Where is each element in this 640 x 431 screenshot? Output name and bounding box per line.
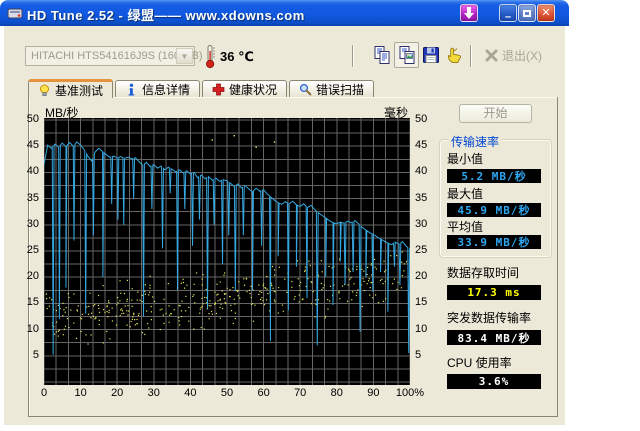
close-button[interactable]: ✕ <box>537 4 555 22</box>
maximize-icon <box>523 9 531 17</box>
tab-error-scan[interactable]: 错误扫描 <box>289 80 375 98</box>
exit-label: 退出(X) <box>502 49 542 63</box>
hdtune-window: HD Tune 2.52 - 绿盟—— www.xdowns.com – ✕ H… <box>0 0 569 430</box>
magnifier-icon <box>299 83 312 96</box>
min-value-label: 最小值 <box>447 152 484 166</box>
axis-tick: 40 <box>26 165 39 178</box>
copy-screenshot-icon <box>399 46 414 64</box>
chevron-down-icon[interactable]: ▼ <box>176 48 193 64</box>
axis-tick: 0 <box>40 387 48 399</box>
axis-tick: 20 <box>26 270 39 283</box>
tab-benchmark[interactable]: 基准测试 <box>28 79 114 98</box>
minimize-icon: – <box>504 10 512 23</box>
options-hand-icon <box>447 47 461 63</box>
benchmark-plot <box>43 118 411 385</box>
axis-tick: 90 <box>367 387 380 399</box>
window-title: HD Tune 2.52 - 绿盟—— www.xdowns.com <box>27 8 305 23</box>
axis-tick: 15 <box>26 296 39 309</box>
axis-tick: 80 <box>330 387 343 399</box>
toolbar-separator <box>470 45 472 67</box>
burst-rate-display: 83.4 MB/秒 <box>447 330 541 345</box>
close-icon: ✕ <box>541 6 551 19</box>
start-button[interactable]: 开始 <box>459 104 532 123</box>
axis-tick: 35 <box>26 191 39 204</box>
min-value-display: 5.2 MB/秒 <box>447 169 541 183</box>
burst-rate-label: 突发数据传输率 <box>447 311 532 325</box>
axis-tick: 20 <box>111 387 124 399</box>
desktop: HD Tune 2.52 - 绿盟—— www.xdowns.com – ✕ H… <box>0 0 640 431</box>
cpu-usage-display: 3.6% <box>447 374 541 389</box>
axis-tick: 45 <box>26 139 39 152</box>
minimize-button[interactable]: – <box>499 4 517 22</box>
exit-button[interactable]: 退出(X) <box>485 47 542 64</box>
tab-info[interactable]: 信息详情 <box>115 80 201 98</box>
title-bar[interactable]: HD Tune 2.52 - 绿盟—— www.xdowns.com – ✕ <box>0 0 569 26</box>
access-time-display: 17.3 ms <box>447 285 541 300</box>
axis-tick: 60 <box>257 387 270 399</box>
toolbar-separator <box>352 45 354 67</box>
tab-health[interactable]: 健康状况 <box>202 80 288 98</box>
avg-value-label: 平均值 <box>447 220 484 234</box>
copy-screenshot-button[interactable] <box>394 42 419 68</box>
health-cross-icon <box>212 83 225 96</box>
axis-tick: 100% <box>395 387 425 399</box>
axis-tick: 40 <box>184 387 197 399</box>
avg-value-display: 33.9 MB/秒 <box>447 235 541 249</box>
axis-tick: 5 <box>415 348 422 361</box>
axis-tick: 10 <box>74 387 87 399</box>
axis-tick: 30 <box>147 387 160 399</box>
save-icon <box>422 47 439 63</box>
tab-bar: 基准测试 信息详情 健康状况 错误扫描 <box>28 79 376 98</box>
app-icon <box>7 8 23 19</box>
axis-tick: 70 <box>294 387 307 399</box>
axis-tick: 25 <box>26 244 39 256</box>
options-button[interactable] <box>442 42 467 68</box>
drive-select[interactable]: HITACHI HTS541616J9S (160 GB) ▼ <box>25 46 203 66</box>
transfer-rate-group-title: 传输速率 <box>448 133 503 150</box>
axis-tick: 15 <box>415 296 428 309</box>
copy-text-icon <box>374 46 389 64</box>
axis-tick: 50 <box>220 387 234 399</box>
info-icon <box>128 83 135 96</box>
copy-text-button[interactable] <box>369 42 394 68</box>
axis-tick: 10 <box>26 322 39 335</box>
access-time-label: 数据存取时间 <box>447 266 520 280</box>
thermometer-icon <box>206 45 215 69</box>
cpu-usage-label: CPU 使用率 <box>447 356 512 370</box>
down-arrow-icon <box>464 7 474 19</box>
exit-x-icon <box>485 49 498 62</box>
axis-tick: 5 <box>32 348 39 361</box>
save-screenshot-button[interactable] <box>418 42 443 68</box>
axis-tick: 20 <box>415 270 428 283</box>
lightbulb-icon <box>40 84 49 96</box>
temperature-value: 36 ℃ <box>220 49 254 64</box>
axis-tick: 10 <box>415 322 428 335</box>
maximize-button[interactable] <box>518 4 536 22</box>
axis-tick: 50 <box>26 113 39 125</box>
max-value-display: 45.9 MB/秒 <box>447 203 541 217</box>
max-value-label: 最大值 <box>447 187 484 201</box>
download-button[interactable] <box>460 4 478 22</box>
axis-tick: 50 <box>415 113 428 125</box>
axis-tick: 30 <box>26 217 39 230</box>
